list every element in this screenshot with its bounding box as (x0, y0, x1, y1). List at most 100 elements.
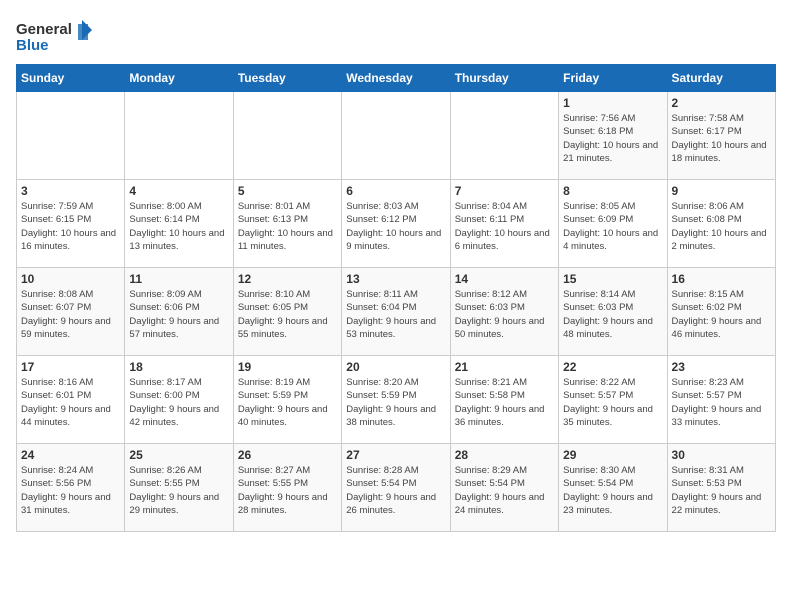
week-row-4: 17 Sunrise: 8:16 AM Sunset: 6:01 PM Dayli… (17, 356, 776, 444)
calendar-cell (17, 92, 125, 180)
calendar-cell: 20 Sunrise: 8:20 AM Sunset: 5:59 PM Dayli… (342, 356, 450, 444)
day-info: Sunrise: 8:27 AM Sunset: 5:55 PM Dayligh… (238, 464, 337, 517)
day-info: Sunrise: 8:21 AM Sunset: 5:58 PM Dayligh… (455, 376, 554, 429)
day-number: 3 (21, 184, 120, 198)
weekday-header-tuesday: Tuesday (233, 65, 341, 92)
day-info: Sunrise: 8:23 AM Sunset: 5:57 PM Dayligh… (672, 376, 771, 429)
day-number: 10 (21, 272, 120, 286)
day-number: 27 (346, 448, 445, 462)
calendar-cell: 25 Sunrise: 8:26 AM Sunset: 5:55 PM Dayli… (125, 444, 233, 532)
day-number: 11 (129, 272, 228, 286)
calendar-cell: 23 Sunrise: 8:23 AM Sunset: 5:57 PM Dayli… (667, 356, 775, 444)
day-info: Sunrise: 8:26 AM Sunset: 5:55 PM Dayligh… (129, 464, 228, 517)
calendar-cell: 8 Sunrise: 8:05 AM Sunset: 6:09 PM Daylig… (559, 180, 667, 268)
day-number: 1 (563, 96, 662, 110)
day-info: Sunrise: 8:04 AM Sunset: 6:11 PM Dayligh… (455, 200, 554, 253)
day-info: Sunrise: 8:00 AM Sunset: 6:14 PM Dayligh… (129, 200, 228, 253)
day-info: Sunrise: 8:30 AM Sunset: 5:54 PM Dayligh… (563, 464, 662, 517)
weekday-header-monday: Monday (125, 65, 233, 92)
day-number: 30 (672, 448, 771, 462)
calendar-cell: 27 Sunrise: 8:28 AM Sunset: 5:54 PM Dayli… (342, 444, 450, 532)
calendar-cell: 24 Sunrise: 8:24 AM Sunset: 5:56 PM Dayli… (17, 444, 125, 532)
calendar-cell: 12Sunrise: 8:10 AM Sunset: 6:05 PM Dayli… (233, 268, 341, 356)
day-info: Sunrise: 8:16 AM Sunset: 6:01 PM Dayligh… (21, 376, 120, 429)
day-number: 14 (455, 272, 554, 286)
day-number: 20 (346, 360, 445, 374)
calendar-cell: 3 Sunrise: 7:59 AM Sunset: 6:15 PM Daylig… (17, 180, 125, 268)
day-number: 7 (455, 184, 554, 198)
calendar-cell: 14 Sunrise: 8:12 AM Sunset: 6:03 PM Dayli… (450, 268, 558, 356)
day-number: 16 (672, 272, 771, 286)
logo-icon: General Blue (16, 16, 96, 56)
day-number: 26 (238, 448, 337, 462)
day-info: Sunrise: 8:20 AM Sunset: 5:59 PM Dayligh… (346, 376, 445, 429)
calendar-cell: 1 Sunrise: 7:56 AM Sunset: 6:18 PM Daylig… (559, 92, 667, 180)
day-number: 24 (21, 448, 120, 462)
svg-text:Blue: Blue (16, 37, 49, 54)
calendar-cell: 15Sunrise: 8:14 AM Sunset: 6:03 PM Dayli… (559, 268, 667, 356)
day-number: 8 (563, 184, 662, 198)
week-row-2: 3 Sunrise: 7:59 AM Sunset: 6:15 PM Daylig… (17, 180, 776, 268)
day-number: 25 (129, 448, 228, 462)
day-number: 29 (563, 448, 662, 462)
day-info: Sunrise: 8:15 AM Sunset: 6:02 PM Dayligh… (672, 288, 771, 341)
calendar-cell: 19 Sunrise: 8:19 AM Sunset: 5:59 PM Dayli… (233, 356, 341, 444)
day-info: Sunrise: 8:22 AM Sunset: 5:57 PM Dayligh… (563, 376, 662, 429)
calendar-cell: 26 Sunrise: 8:27 AM Sunset: 5:55 PM Dayli… (233, 444, 341, 532)
day-info: Sunrise: 7:59 AM Sunset: 6:15 PM Dayligh… (21, 200, 120, 253)
day-number: 23 (672, 360, 771, 374)
day-info: Sunrise: 8:28 AM Sunset: 5:54 PM Dayligh… (346, 464, 445, 517)
weekday-header-row: SundayMondayTuesdayWednesdayThursdayFrid… (17, 65, 776, 92)
calendar-cell: 17 Sunrise: 8:16 AM Sunset: 6:01 PM Dayli… (17, 356, 125, 444)
day-info: Sunrise: 8:24 AM Sunset: 5:56 PM Dayligh… (21, 464, 120, 517)
day-number: 9 (672, 184, 771, 198)
day-number: 4 (129, 184, 228, 198)
week-row-3: 10 Sunrise: 8:08 AM Sunset: 6:07 PM Dayli… (17, 268, 776, 356)
logo: General Blue (16, 16, 96, 56)
day-info: Sunrise: 8:08 AM Sunset: 6:07 PM Dayligh… (21, 288, 120, 341)
calendar-cell: 18Sunrise: 8:17 AM Sunset: 6:00 PM Dayli… (125, 356, 233, 444)
weekday-header-friday: Friday (559, 65, 667, 92)
day-info: Sunrise: 8:10 AM Sunset: 6:05 PM Dayligh… (238, 288, 337, 341)
calendar-cell: 21 Sunrise: 8:21 AM Sunset: 5:58 PM Dayli… (450, 356, 558, 444)
day-info: Sunrise: 7:58 AM Sunset: 6:17 PM Dayligh… (672, 112, 771, 165)
calendar-cell: 13 Sunrise: 8:11 AM Sunset: 6:04 PM Dayli… (342, 268, 450, 356)
calendar-cell: 11 Sunrise: 8:09 AM Sunset: 6:06 PM Dayli… (125, 268, 233, 356)
calendar-cell (233, 92, 341, 180)
weekday-header-sunday: Sunday (17, 65, 125, 92)
day-number: 13 (346, 272, 445, 286)
calendar-cell (125, 92, 233, 180)
day-info: Sunrise: 8:12 AM Sunset: 6:03 PM Dayligh… (455, 288, 554, 341)
day-info: Sunrise: 8:01 AM Sunset: 6:13 PM Dayligh… (238, 200, 337, 253)
day-info: Sunrise: 8:11 AM Sunset: 6:04 PM Dayligh… (346, 288, 445, 341)
svg-text:General: General (16, 21, 72, 38)
calendar-cell: 7 Sunrise: 8:04 AM Sunset: 6:11 PM Daylig… (450, 180, 558, 268)
calendar-cell: 22 Sunrise: 8:22 AM Sunset: 5:57 PM Dayli… (559, 356, 667, 444)
day-info: Sunrise: 8:19 AM Sunset: 5:59 PM Dayligh… (238, 376, 337, 429)
day-info: Sunrise: 8:09 AM Sunset: 6:06 PM Dayligh… (129, 288, 228, 341)
day-number: 5 (238, 184, 337, 198)
calendar-cell: 6 Sunrise: 8:03 AM Sunset: 6:12 PM Daylig… (342, 180, 450, 268)
calendar-cell: 2 Sunrise: 7:58 AM Sunset: 6:17 PM Daylig… (667, 92, 775, 180)
day-info: Sunrise: 7:56 AM Sunset: 6:18 PM Dayligh… (563, 112, 662, 165)
calendar-cell: 28Sunrise: 8:29 AM Sunset: 5:54 PM Dayli… (450, 444, 558, 532)
weekday-header-wednesday: Wednesday (342, 65, 450, 92)
day-number: 6 (346, 184, 445, 198)
day-number: 22 (563, 360, 662, 374)
day-info: Sunrise: 8:06 AM Sunset: 6:08 PM Dayligh… (672, 200, 771, 253)
day-info: Sunrise: 8:14 AM Sunset: 6:03 PM Dayligh… (563, 288, 662, 341)
day-number: 28 (455, 448, 554, 462)
day-number: 19 (238, 360, 337, 374)
day-info: Sunrise: 8:17 AM Sunset: 6:00 PM Dayligh… (129, 376, 228, 429)
day-number: 2 (672, 96, 771, 110)
calendar: SundayMondayTuesdayWednesdayThursdayFrid… (16, 64, 776, 532)
day-info: Sunrise: 8:05 AM Sunset: 6:09 PM Dayligh… (563, 200, 662, 253)
day-info: Sunrise: 8:03 AM Sunset: 6:12 PM Dayligh… (346, 200, 445, 253)
calendar-cell (450, 92, 558, 180)
weekday-header-thursday: Thursday (450, 65, 558, 92)
calendar-cell: 4 Sunrise: 8:00 AM Sunset: 6:14 PM Daylig… (125, 180, 233, 268)
day-number: 21 (455, 360, 554, 374)
calendar-cell (342, 92, 450, 180)
calendar-cell: 10 Sunrise: 8:08 AM Sunset: 6:07 PM Dayli… (17, 268, 125, 356)
day-number: 17 (21, 360, 120, 374)
